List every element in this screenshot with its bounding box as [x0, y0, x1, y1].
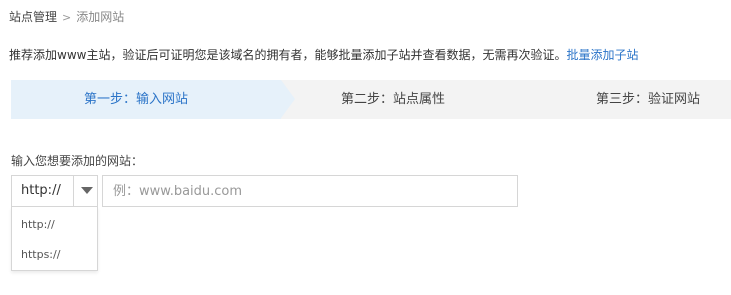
- active-step-arrow: [281, 80, 295, 118]
- protocol-selected-value: http://: [21, 183, 61, 198]
- site-url-input[interactable]: [102, 175, 518, 207]
- site-field-label: 输入您想要添加的网站：: [11, 154, 144, 168]
- protocol-option-http[interactable]: http://: [21, 218, 55, 231]
- breadcrumb: 站点管理 > 添加网站: [9, 8, 124, 25]
- step-1-label: 第一步：输入网站: [84, 92, 189, 107]
- steps-bar: 第一步：输入网站 第二步：站点属性 第三步：验证网站: [11, 80, 731, 119]
- select-divider: [73, 176, 74, 206]
- protocol-option-https[interactable]: https://: [21, 248, 60, 261]
- protocol-select[interactable]: http://: [11, 175, 98, 207]
- step-3-label: 第三步：验证网站: [596, 92, 701, 107]
- description-text: 推荐添加www主站，验证后可证明您是该域名的拥有者，能够批量添加子站并查看数据，…: [9, 48, 567, 62]
- page-description: 推荐添加www主站，验证后可证明您是该域名的拥有者，能够批量添加子站并查看数据，…: [9, 46, 638, 63]
- batch-add-subsites-link[interactable]: 批量添加子站: [566, 48, 638, 62]
- step-2-label: 第二步：站点属性: [341, 92, 446, 107]
- breadcrumb-separator: >: [62, 11, 72, 24]
- breadcrumb-current: 添加网站: [76, 10, 125, 24]
- breadcrumb-parent-link[interactable]: 站点管理: [9, 10, 57, 24]
- step-3: 第三步：验证网站: [596, 80, 700, 119]
- caret-down-icon[interactable]: [81, 187, 93, 194]
- protocol-dropdown-menu: http:// https://: [11, 207, 98, 271]
- step-1: 第一步：输入网站: [11, 80, 295, 119]
- step-2: 第二步：站点属性: [341, 80, 445, 119]
